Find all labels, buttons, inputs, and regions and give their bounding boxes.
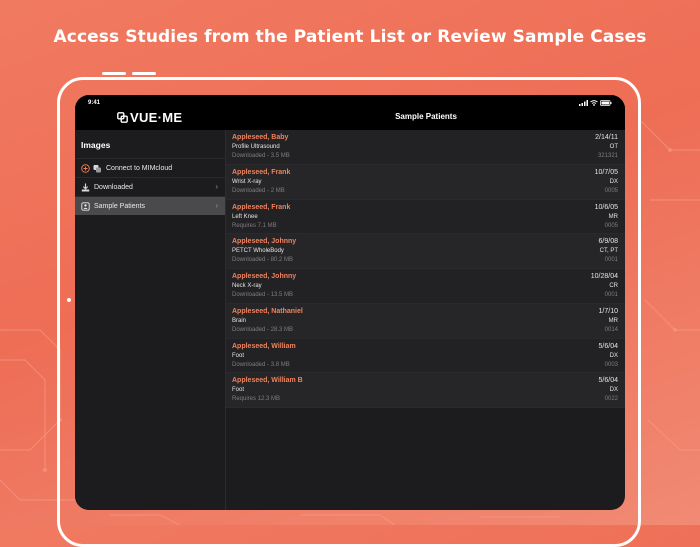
battery-icon (600, 100, 612, 106)
study-date: 10/6/05 (594, 203, 618, 211)
patient-name: Appleseed, William (232, 342, 296, 350)
patient-name: Appleseed, William B (232, 377, 303, 385)
download-status: Downloaded - 28.3 MB (232, 326, 294, 333)
modality: DX (609, 352, 618, 359)
patient-id: 0005 (604, 222, 618, 229)
patient-name: Appleseed, Johnny (232, 273, 297, 280)
sidebar-heading: Images (81, 140, 111, 150)
patient-row[interactable]: Appleseed, Baby Profile Ultrasound Downl… (226, 130, 625, 165)
patient-name: Appleseed, Frank (232, 203, 291, 211)
modality: DX (609, 178, 618, 185)
study-date: 2/14/11 (595, 134, 618, 141)
chevron-right-icon: › (215, 182, 218, 191)
study-date: 10/7/05 (594, 168, 618, 176)
status-icons (579, 100, 612, 106)
frame-button-top-1 (102, 72, 126, 75)
study-description: Profile Ultrasound (232, 144, 280, 150)
sidebar-item-label: Connect to MIMcloud (106, 164, 173, 172)
patient-id: 0001 (604, 257, 618, 264)
study-date: 6/9/08 (598, 238, 618, 246)
logo-text: VUE·ME (130, 110, 183, 125)
sidebar-item-label: Sample Patients (94, 202, 145, 210)
patient-name: Appleseed, Baby (232, 134, 289, 141)
sidebar-item-downloaded[interactable]: Downloaded › (75, 177, 225, 196)
sidebar-item-sample-patients[interactable]: Sample Patients › (75, 196, 225, 215)
logo-mark-icon (117, 112, 128, 123)
patient-row[interactable]: Appleseed, Frank Wrist X-ray Downloaded … (226, 164, 625, 200)
patient-name: Appleseed, Johnny (232, 238, 297, 246)
download-status: Requires 12.3 MB (232, 396, 281, 403)
study-description: Foot (232, 387, 245, 394)
download-icon (81, 183, 90, 191)
study-description: PETCT WholeBody (232, 248, 284, 255)
patient-list: Appleseed, Baby Profile Ultrasound Downl… (226, 130, 625, 408)
study-description: Wrist X-ray (232, 178, 262, 185)
sidebar-item-label: Downloaded (94, 183, 133, 191)
study-date: 1/7/10 (598, 307, 618, 315)
study-date: 5/6/04 (598, 342, 618, 350)
sidebar-item-connect-mimcloud[interactable]: Connect to MIMcloud (75, 158, 225, 177)
study-description: Foot (232, 352, 245, 359)
download-status: Requires 7.1 MB (232, 222, 277, 229)
patient-row[interactable]: Appleseed, William B Foot Requires 12.3 … (226, 373, 625, 408)
patient-row[interactable]: Appleseed, Frank Left Knee Requires 7.1 … (226, 199, 625, 235)
frame-button-top-2 (132, 72, 156, 75)
modality: CR (609, 283, 618, 289)
sidebar: Images Connect to MIMcloud Downloaded › … (75, 130, 226, 510)
patient-name: Appleseed, Nathaniel (232, 307, 303, 315)
nav-title: Sample Patients (395, 112, 457, 121)
top-bar: 9:41 VUE·ME Sample Patients (75, 95, 625, 130)
patient-id: 0001 (604, 292, 618, 298)
patient-id: 0003 (604, 361, 618, 368)
patient-row[interactable]: Appleseed, William Foot Downloaded - 3.8… (226, 338, 625, 374)
patient-id: 321321 (597, 153, 618, 159)
study-date: 10/28/04 (590, 273, 618, 280)
patient-row[interactable]: Appleseed, Johnny Neck X-ray Downloaded … (226, 269, 625, 304)
sample-patients-icon (81, 201, 90, 211)
patient-row[interactable]: Appleseed, Johnny PETCT WholeBody Downlo… (226, 234, 625, 269)
patient-id: 0014 (604, 326, 618, 333)
add-circle-icon (81, 163, 90, 173)
tablet-camera (67, 298, 71, 302)
study-description: Neck X-ray (232, 283, 262, 289)
patient-id: 0022 (604, 396, 618, 403)
study-description: Brain (232, 317, 247, 324)
download-status: Downloaded - 3.8 MB (232, 361, 290, 368)
app-screen: 9:41 VUE·ME Sample Patients Images Conne… (75, 95, 625, 510)
study-description: Left Knee (232, 213, 258, 220)
download-status: Downloaded - 3.5 MB (232, 153, 290, 159)
patient-row[interactable]: Appleseed, Nathaniel Brain Downloaded - … (226, 303, 625, 339)
cloud-connect-icon (93, 164, 101, 172)
headline: Access Studies from the Patient List or … (53, 27, 647, 47)
patient-name: Appleseed, Frank (232, 168, 291, 176)
download-status: Downloaded - 2 MB (232, 187, 285, 194)
modality: DX (609, 387, 618, 394)
chevron-right-icon: › (215, 201, 218, 210)
download-status: Downloaded - 80.2 MB (232, 257, 294, 264)
download-status: Downloaded - 13.5 MB (232, 292, 294, 298)
study-date: 5/6/04 (598, 377, 618, 385)
modality: CT, PT (599, 248, 618, 255)
modality: OT (609, 144, 618, 150)
modality: MR (608, 317, 618, 324)
app-logo: VUE·ME (117, 110, 182, 125)
wifi-icon (590, 100, 598, 106)
patient-id: 0005 (604, 187, 618, 194)
status-time: 9:41 (88, 100, 101, 106)
cellular-signal-icon (579, 100, 588, 106)
modality: MR (608, 213, 618, 220)
